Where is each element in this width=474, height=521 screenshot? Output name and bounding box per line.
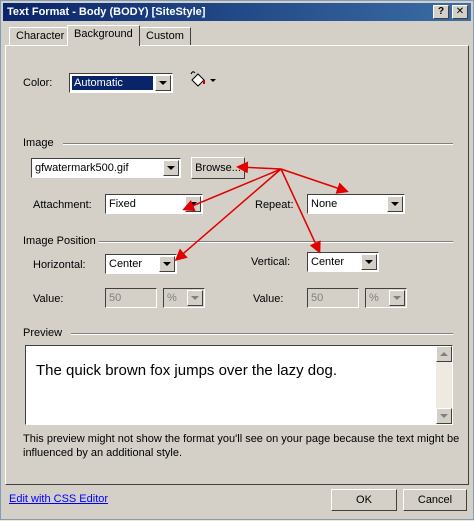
attachment-label: Attachment: [33, 199, 92, 211]
preview-divider [71, 333, 453, 335]
image-section-label: Image [23, 137, 54, 149]
color-select[interactable]: Automatic [69, 73, 173, 93]
ok-button[interactable]: OK [331, 489, 397, 511]
cancel-button[interactable]: Cancel [403, 489, 467, 511]
color-label: Color: [23, 77, 53, 89]
repeat-label: Repeat: [255, 199, 294, 211]
repeat-select[interactable]: None [307, 194, 405, 214]
image-position-label: Image Position [23, 235, 96, 247]
help-button[interactable]: ? [433, 5, 449, 19]
image-divider [63, 143, 453, 145]
image-file-select[interactable]: gfwatermark500.gif [31, 158, 181, 178]
title-bar: Text Format - Body (BODY) [SiteStyle] ? … [3, 3, 471, 21]
color-value: Automatic [72, 76, 153, 90]
preview-note-line2: influenced by an additional style. [23, 447, 182, 459]
chevron-down-icon [361, 254, 377, 270]
edit-css-link[interactable]: Edit with CSS Editor [9, 493, 108, 505]
preview-section-label: Preview [23, 327, 63, 339]
preview-text: The quick brown fox jumps over the lazy … [36, 362, 337, 379]
horizontal-value-label: Value: [33, 293, 64, 305]
tab-background[interactable]: Background [67, 25, 140, 46]
vertical-unit-select[interactable]: % [365, 288, 407, 308]
chevron-down-icon [155, 75, 171, 91]
chevron-down-icon [185, 196, 201, 212]
preview-note-line1: This preview might not show the format y… [23, 433, 460, 445]
image-position-divider [99, 241, 453, 243]
horizontal-select[interactable]: Center [105, 254, 177, 274]
attachment-select[interactable]: Fixed [105, 194, 203, 214]
browse-button[interactable]: Browse... [191, 157, 245, 179]
window-title: Text Format - Body (BODY) [SiteStyle] [7, 6, 206, 18]
horizontal-label: Horizontal: [33, 259, 86, 271]
horizontal-value-input[interactable]: 50 [105, 288, 157, 308]
chevron-down-icon [187, 290, 203, 306]
chevron-down-icon [389, 290, 405, 306]
vertical-label: Vertical: [251, 256, 291, 268]
preview-box: The quick brown fox jumps over the lazy … [25, 345, 453, 425]
chevron-down-icon [387, 196, 403, 212]
chevron-down-icon [159, 256, 175, 272]
vertical-value-label: Value: [253, 293, 284, 305]
chevron-down-icon [163, 160, 179, 176]
text-format-dialog: Text Format - Body (BODY) [SiteStyle] ? … [0, 0, 474, 520]
vertical-value-input[interactable]: 50 [307, 288, 359, 308]
tab-custom[interactable]: Custom [139, 27, 191, 45]
vertical-select[interactable]: Center [307, 252, 379, 272]
scroll-down-icon[interactable] [436, 408, 452, 424]
scroll-up-icon[interactable] [436, 346, 452, 362]
close-button[interactable]: ✕ [452, 5, 468, 19]
paint-bucket-icon[interactable] [189, 71, 217, 89]
horizontal-unit-select[interactable]: % [163, 288, 205, 308]
preview-scrollbar[interactable] [436, 346, 452, 424]
tab-character[interactable]: Character [9, 27, 72, 45]
